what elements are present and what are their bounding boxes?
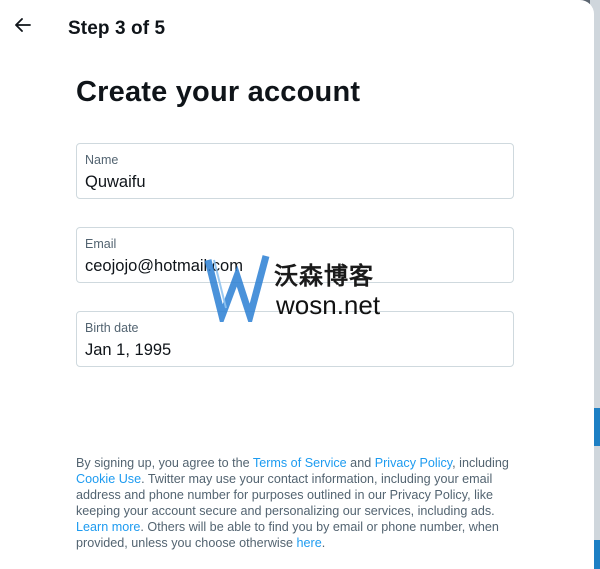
step-indicator: Step 3 of 5 (68, 18, 166, 39)
arrow-left-icon (15, 18, 31, 32)
name-field[interactable]: Name Quwaifu (76, 143, 514, 199)
modal-header: Step 3 of 5 (0, 0, 594, 56)
name-field-label: Name (85, 153, 119, 167)
signup-modal: Step 3 of 5 Create your account Name Quw… (0, 0, 594, 569)
birth-date-field[interactable]: Birth date Jan 1, 1995 (76, 311, 514, 367)
birth-date-field-label: Birth date (85, 321, 139, 335)
email-field[interactable]: Email ceojojo@hotmail.com (76, 227, 514, 283)
here-link[interactable]: here (297, 536, 322, 550)
email-field-label: Email (85, 237, 117, 251)
legal-text: . Others will be able to find you by ema… (76, 520, 499, 550)
privacy-policy-link[interactable]: Privacy Policy (375, 456, 452, 470)
page-title: Create your account (76, 76, 361, 108)
legal-text: . (321, 536, 326, 550)
legal-text: , including (452, 456, 509, 470)
back-button[interactable] (8, 10, 38, 40)
name-field-value[interactable]: Quwaifu (85, 173, 146, 192)
terms-of-service-link[interactable]: Terms of Service (253, 456, 347, 470)
legal-text: By signing up, you agree to the (76, 456, 253, 470)
birth-date-field-value[interactable]: Jan 1, 1995 (85, 341, 171, 360)
cookie-use-link[interactable]: Cookie Use (76, 472, 141, 486)
email-field-value[interactable]: ceojojo@hotmail.com (85, 257, 243, 276)
legal-text: and (346, 456, 375, 470)
learn-more-link[interactable]: Learn more (76, 520, 140, 534)
legal-notice: By signing up, you agree to the Terms of… (76, 455, 516, 551)
